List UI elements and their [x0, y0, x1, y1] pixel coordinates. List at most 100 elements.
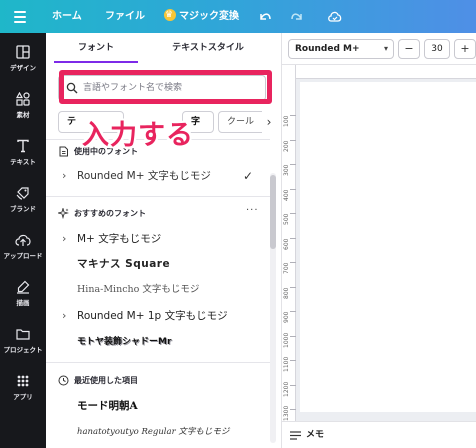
- rail-item-projects[interactable]: プロジェクト: [0, 327, 46, 354]
- menu-icon[interactable]: [14, 0, 30, 33]
- ruler-tick: [290, 409, 296, 410]
- font-name: Rounded M+ 文字もじモジ: [77, 170, 211, 182]
- ruler-tick: [290, 335, 296, 337]
- chevron-right-icon[interactable]: ›: [262, 111, 274, 133]
- divider: [46, 196, 270, 197]
- ruler-tick: [290, 286, 296, 288]
- redo-icon[interactable]: [290, 0, 304, 33]
- ruler-tick: [290, 360, 296, 361]
- font-row-recommended[interactable]: Hina-Mincho 文字もじモジ: [46, 278, 268, 302]
- memo-button[interactable]: メモ: [306, 422, 324, 448]
- search-highlight-box: [59, 70, 272, 104]
- font-name: Rounded M+ 1p 文字もじモジ: [77, 310, 228, 322]
- rail-item-elements[interactable]: 素材: [0, 92, 46, 119]
- tab-text-style[interactable]: テキストスタイル: [146, 33, 270, 63]
- ruler-label: 1000: [283, 332, 290, 348]
- rail-label: テキスト: [10, 158, 36, 166]
- section-recommended-label: おすすめのフォント: [74, 209, 146, 218]
- increase-size-button[interactable]: +: [454, 39, 476, 59]
- rail-item-upload[interactable]: アップロード: [0, 233, 46, 260]
- more-options-icon[interactable]: ···: [246, 205, 259, 216]
- chevron-right-icon[interactable]: ›: [62, 304, 66, 328]
- ruler-label: 1300: [283, 405, 290, 421]
- font-row-recommended[interactable]: モトヤ装飾シャドーMr: [46, 330, 268, 354]
- magic-switch-label: マジック変換: [179, 11, 239, 22]
- font-row-recommended[interactable]: › Rounded M+ 1p 文字もじモジ: [46, 304, 268, 328]
- rail-label: 素材: [16, 111, 30, 119]
- ruler-tick: [290, 115, 296, 116]
- ruler-tick: [290, 311, 296, 312]
- font-name: Hina-Mincho 文字もじモジ: [77, 284, 200, 295]
- rail-label: プロジェクト: [3, 346, 43, 354]
- draw-icon: [17, 280, 30, 294]
- font-row-recent[interactable]: hanatotyoutyo Regular 文字もじモジ: [46, 420, 268, 444]
- ruler-tick: [290, 164, 296, 165]
- ruler-tick: [290, 213, 296, 214]
- document-icon: [59, 146, 68, 157]
- tab-font[interactable]: フォント: [46, 33, 146, 63]
- clock-icon: [58, 375, 69, 386]
- chevron-right-icon[interactable]: ›: [62, 227, 66, 251]
- font-name: M+ 文字もじモジ: [77, 233, 162, 245]
- layout-icon: [16, 45, 30, 59]
- text-toolbar: Rounded M+ ▾ − 30 +: [282, 33, 476, 65]
- font-row-in-use[interactable]: › Rounded M+ 文字もじモジ ✓: [46, 164, 268, 188]
- font-row-recommended[interactable]: › M+ 文字もじモジ: [46, 227, 268, 251]
- crown-icon: [164, 0, 176, 32]
- vertical-ruler: 100 200 300 400 500 600 700 800 900 1000 1100 1200 1…: [282, 65, 296, 446]
- notes-icon: [290, 431, 301, 440]
- rail-item-draw[interactable]: 描画: [0, 280, 46, 307]
- section-recent-label: 最近使用した項目: [74, 376, 138, 385]
- sparkle-icon: [58, 208, 69, 219]
- ruler-label: 900: [283, 311, 290, 323]
- ruler-tick: [290, 188, 296, 190]
- font-size-input[interactable]: 30: [424, 39, 450, 59]
- ruler-label: 1200: [283, 381, 290, 397]
- home-button[interactable]: ホーム: [52, 0, 82, 33]
- text-icon: [17, 139, 29, 153]
- ruler-tick: [290, 237, 296, 239]
- ruler-tick: [290, 384, 296, 386]
- ruler-label: 100: [283, 115, 290, 127]
- rail-label: 描画: [16, 299, 30, 307]
- rail-item-design[interactable]: デザイン: [0, 45, 46, 72]
- rail-item-text[interactable]: テキスト: [0, 139, 46, 166]
- font-row-recommended[interactable]: マキナス Square: [46, 252, 268, 276]
- magic-switch-button[interactable]: マジック変換: [164, 0, 239, 33]
- section-recommended-heading: おすすめのフォント: [58, 208, 146, 219]
- rail-item-apps[interactable]: アプリ: [0, 374, 46, 401]
- decrease-size-button[interactable]: −: [398, 39, 420, 59]
- font-name: マキナス Square: [77, 258, 171, 270]
- rail-item-brand[interactable]: ブランド: [0, 186, 46, 213]
- bottom-bar: メモ: [282, 421, 476, 448]
- ruler-label: 300: [283, 164, 290, 176]
- design-page[interactable]: [300, 82, 476, 412]
- rail-label: アプリ: [13, 393, 33, 401]
- ruler-label: 400: [283, 189, 290, 201]
- elements-icon: [16, 92, 30, 106]
- chevron-down-icon: ▾: [383, 44, 388, 53]
- folder-icon: [16, 329, 30, 340]
- font-row-recent[interactable]: モード明朝A: [46, 394, 268, 418]
- ruler-label: 800: [283, 287, 290, 299]
- font-name: hanatotyoutyo Regular 文字もじモジ: [77, 427, 230, 437]
- font-name: モード明朝A: [77, 400, 138, 412]
- cloud-save-icon[interactable]: [327, 0, 343, 33]
- input-annotation-text: 入力する: [82, 120, 194, 151]
- ruler-label: 200: [283, 140, 290, 152]
- font-family-select[interactable]: Rounded M+ ▾: [288, 39, 394, 59]
- checkmark-icon: ✓: [243, 169, 254, 183]
- file-menu-button[interactable]: ファイル: [105, 0, 145, 33]
- divider: [46, 362, 270, 363]
- rail-label: デザイン: [10, 64, 36, 72]
- font-name: モトヤ装飾シャドーMr: [77, 337, 172, 347]
- top-toolbar: ホーム ファイル マジック変換: [0, 0, 476, 33]
- chevron-right-icon[interactable]: ›: [62, 164, 66, 188]
- ruler-label: 1100: [283, 356, 290, 372]
- section-recent-heading: 最近使用した項目: [58, 375, 138, 386]
- panel-scrollbar-thumb[interactable]: [270, 175, 276, 249]
- undo-icon[interactable]: [258, 0, 272, 33]
- rail-label: アップロード: [3, 252, 43, 260]
- side-rail: デザイン 素材 テキスト ブランド アップロード 描画 プロジェクト アプリ: [0, 33, 46, 448]
- ruler-label: 700: [283, 262, 290, 274]
